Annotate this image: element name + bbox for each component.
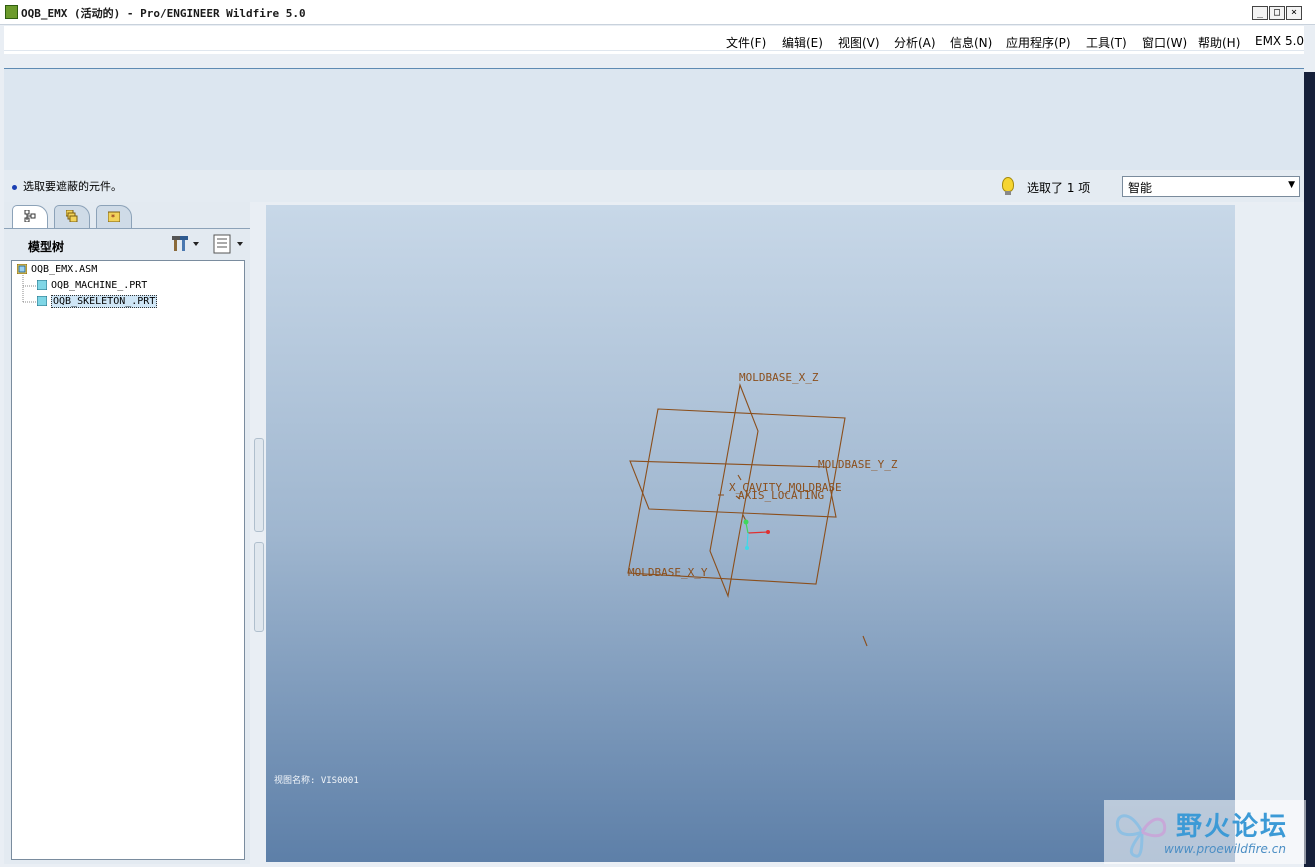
svg-text:*: *: [111, 213, 115, 222]
window-title: OQB_EMX (活动的) - Pro/ENGINEER Wildfire 5.…: [21, 7, 306, 20]
graphics-window[interactable]: MOLDBASE_X_Z MOLDBASE_Y_Z X_CAVITY_MOLDB…: [266, 205, 1235, 862]
menu-file[interactable]: 文件(F): [726, 34, 766, 51]
lightbulb-icon[interactable]: [1002, 177, 1014, 192]
tab-model-tree[interactable]: [12, 205, 48, 228]
datum-label-axis: AXIS_LOCATING: [738, 489, 824, 502]
selection-count: 选取了 1 项: [1027, 181, 1091, 195]
toolbar-area: [4, 69, 1304, 170]
desktop-background-edge: [1304, 72, 1315, 867]
right-toolbar-strip: [1238, 205, 1304, 862]
tree-item-label: OQB_MACHINE_.PRT: [51, 280, 148, 291]
status-message-line: 选取要遮蔽的元件。: [12, 178, 122, 194]
title-bar: OQB_EMX (活动的) - Pro/ENGINEER Wildfire 5.…: [0, 0, 1315, 25]
splitter-handle-top[interactable]: [254, 438, 264, 532]
forum-watermark: 野火论坛 www.proewildfire.cn: [1104, 800, 1306, 864]
datum-label-xz: MOLDBASE_X_Z: [739, 371, 819, 384]
close-button[interactable]: ×: [1286, 6, 1302, 20]
splitter-handle-bottom[interactable]: [254, 542, 264, 632]
datum-geometry: MOLDBASE_X_Z MOLDBASE_Y_Z X_CAVITY_MOLDB…: [627, 371, 898, 647]
datum-label-yz: MOLDBASE_Y_Z: [818, 458, 898, 471]
model-tree-icon: [24, 210, 36, 222]
tree-item-skeleton[interactable]: OQB_SKELETON_.PRT: [37, 295, 158, 312]
part-icon: [37, 296, 47, 306]
butterfly-logo-icon: [1115, 814, 1167, 858]
selection-filter-dropdown[interactable]: 智能 ▼: [1122, 176, 1300, 197]
tab-folder-browser[interactable]: [54, 205, 90, 228]
tab-favorites[interactable]: *: [96, 205, 132, 228]
model-tree: OQB_EMX.ASM OQB_MACHINE_.PRT OQB_SKELETO…: [11, 260, 245, 860]
menu-analysis[interactable]: 分析(A): [894, 34, 936, 51]
menu-help[interactable]: 帮助(H): [1198, 34, 1240, 51]
model-tree-title: 模型树: [28, 240, 65, 254]
minimize-button[interactable]: _: [1252, 6, 1268, 20]
assembly-icon: [17, 264, 27, 274]
watermark-url: www.proewildfire.cn: [1164, 842, 1286, 856]
window-controls: _ □ ×: [1250, 0, 1310, 24]
watermark-title: 野火论坛: [1176, 812, 1289, 842]
panel-splitter[interactable]: [250, 202, 266, 864]
menu-applications[interactable]: 应用程序(P): [1006, 34, 1071, 51]
status-message: 选取要遮蔽的元件。: [23, 180, 122, 193]
tree-item-machine[interactable]: OQB_MACHINE_.PRT: [37, 280, 147, 296]
menu-view[interactable]: 视图(V): [838, 34, 880, 51]
model-tree-header: 模型树: [4, 228, 250, 259]
tree-show-icon[interactable]: [212, 234, 246, 254]
datum-label-xy: MOLDBASE_X_Y: [628, 566, 708, 579]
menu-separator: [4, 50, 1304, 51]
filter-value: 智能: [1128, 181, 1153, 195]
view-name-label: 视图名称: VIS0001: [274, 776, 359, 786]
favorites-folder-icon: *: [108, 211, 120, 222]
layers-icon: [66, 210, 78, 222]
maximize-button[interactable]: □: [1269, 6, 1285, 20]
tree-item-label: OQB_EMX.ASM: [31, 264, 98, 275]
menu-info[interactable]: 信息(N): [950, 34, 992, 51]
app-icon: [5, 5, 18, 19]
bullet-icon: [12, 184, 17, 190]
menu-emx[interactable]: EMX 5.0: [1255, 34, 1304, 48]
lightbulb-base: [1005, 191, 1011, 195]
navigator-panel: * 模型树 OQB_EMX.ASM OQB_MACHINE_.PRT OQB_S…: [4, 202, 250, 864]
menu-edit[interactable]: 编辑(E): [782, 34, 823, 51]
menu-window[interactable]: 窗口(W): [1142, 34, 1187, 51]
tree-item-label-selected: OQB_SKELETON_.PRT: [51, 295, 158, 308]
part-icon: [37, 280, 47, 290]
menu-tools[interactable]: 工具(T): [1086, 34, 1127, 51]
message-area: 选取要遮蔽的元件。 选取了 1 项 智能 ▼: [4, 170, 1304, 202]
chevron-down-icon: ▼: [1288, 180, 1295, 190]
coordinate-system-icon: [743, 519, 770, 550]
stray-mark: [862, 635, 868, 647]
tree-settings-icon[interactable]: [172, 235, 202, 253]
